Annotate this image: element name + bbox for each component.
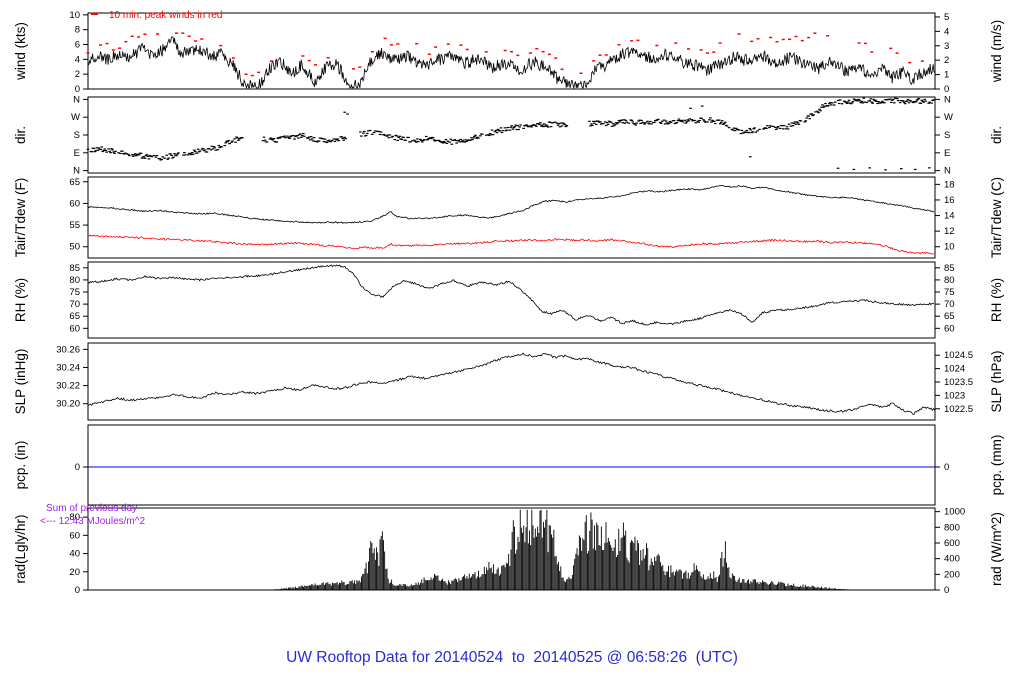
meteogram-chart: 0246810012345wind (kts) wind (m/s)NESWNNE… xyxy=(13,10,1004,596)
svg-text:1023.5: 1023.5 xyxy=(944,377,973,388)
svg-text:75: 75 xyxy=(69,287,80,298)
svg-text:S: S xyxy=(74,130,80,141)
panel-wind: 0 2 4 6 8 10 0 1 2 3 4 5 wind (kts) wind (m/s) xyxy=(13,10,1004,95)
svg-text:70: 70 xyxy=(69,299,80,310)
svg-text:Tair/Tdew (C): Tair/Tdew (C) xyxy=(989,177,1004,258)
svg-text:RH (%): RH (%) xyxy=(13,278,28,322)
svg-text:0: 0 xyxy=(944,585,949,596)
svg-text:20: 20 xyxy=(69,567,80,578)
svg-text:12: 12 xyxy=(944,226,955,237)
svg-text:60: 60 xyxy=(69,530,80,541)
svg-text:85: 85 xyxy=(944,263,955,274)
svg-text:75: 75 xyxy=(944,287,955,298)
series-air-temperature-f xyxy=(87,184,934,224)
svg-text:800: 800 xyxy=(944,522,960,533)
svg-text:65: 65 xyxy=(944,311,955,322)
svg-text:65: 65 xyxy=(69,177,80,188)
svg-text:1: 1 xyxy=(944,70,949,81)
svg-text:wind (m/s): wind (m/s) xyxy=(989,20,1004,83)
svg-text:5: 5 xyxy=(944,12,949,23)
svg-text:55: 55 xyxy=(69,220,80,231)
meteogram-page: 0 2 4 6 8 10 0 1 2 3 4 5 wind (kts) wind (m/s) N E S W N N E… xyxy=(0,0,1024,700)
svg-text:16: 16 xyxy=(944,195,955,206)
svg-text:10: 10 xyxy=(69,10,80,21)
red-dash-marker-icon xyxy=(91,13,98,16)
svg-text:4: 4 xyxy=(944,26,949,37)
svg-text:60: 60 xyxy=(944,323,955,334)
panel-tair: 50 55 60 65 10 12 14 16 18 Tair/Tdew (F) Tair/Tdew… xyxy=(13,176,1004,259)
svg-text:600: 600 xyxy=(944,538,960,549)
panel-rad: 02040608002004006008001000rad(Lgly/hr) ra… xyxy=(13,507,1004,596)
svg-text:70: 70 xyxy=(944,299,955,310)
svg-text:30.20: 30.20 xyxy=(56,399,80,410)
svg-text:400: 400 xyxy=(944,554,960,565)
svg-text:80: 80 xyxy=(69,275,80,286)
svg-text:SLP (hPa): SLP (hPa) xyxy=(989,350,1004,412)
svg-text:60: 60 xyxy=(69,323,80,334)
svg-text:RH (%): RH (%) xyxy=(989,278,1004,322)
svg-text:SLP (inHg): SLP (inHg) xyxy=(13,349,28,415)
svg-text:1023: 1023 xyxy=(944,390,965,401)
svg-text:0: 0 xyxy=(944,84,949,95)
svg-text:200: 200 xyxy=(944,569,960,580)
svg-text:pcp. (in): pcp. (in) xyxy=(13,441,28,490)
panel-dir: NESWNNESWNdir. dir. xyxy=(13,94,1004,176)
svg-text:W: W xyxy=(71,112,80,123)
svg-text:8: 8 xyxy=(75,25,80,36)
svg-text:Tair/Tdew (F): Tair/Tdew (F) xyxy=(13,178,28,258)
svg-text:rad(Lgly/hr): rad(Lgly/hr) xyxy=(13,514,28,583)
svg-text:65: 65 xyxy=(69,311,80,322)
svg-text:E: E xyxy=(944,148,950,159)
svg-text:1024.5: 1024.5 xyxy=(944,350,973,361)
svg-text:0: 0 xyxy=(75,462,80,473)
panel-slp: 30.20 30.22 30.24 30.26 1022.5 1023 1023.5 1024… xyxy=(13,342,1004,421)
svg-text:dir.: dir. xyxy=(989,126,1004,144)
svg-text:rad (W/m^2): rad (W/m^2) xyxy=(989,512,1004,586)
svg-text:N: N xyxy=(73,94,80,105)
svg-text:wind (kts): wind (kts) xyxy=(13,22,28,81)
svg-text:pcp. (mm): pcp. (mm) xyxy=(989,435,1004,496)
svg-text:18: 18 xyxy=(944,179,955,190)
svg-text:30.22: 30.22 xyxy=(56,381,80,392)
svg-text:30.24: 30.24 xyxy=(56,362,80,373)
svg-text:6: 6 xyxy=(75,40,80,51)
svg-text:40: 40 xyxy=(69,549,80,560)
wind-peak-note-text: 10 min. peak winds in red xyxy=(109,10,223,21)
svg-text:60: 60 xyxy=(69,198,80,209)
svg-text:N: N xyxy=(944,166,951,177)
svg-text:30.26: 30.26 xyxy=(56,344,80,355)
svg-text:1000: 1000 xyxy=(944,507,965,518)
svg-text:S: S xyxy=(944,130,950,141)
series-wind-avg-kts xyxy=(87,36,936,90)
svg-text:14: 14 xyxy=(944,211,955,222)
svg-text:1022.5: 1022.5 xyxy=(944,404,973,415)
svg-text:10: 10 xyxy=(944,242,955,253)
svg-text:E: E xyxy=(74,148,80,159)
series-relative-humidity-pct xyxy=(87,264,935,326)
svg-text:2: 2 xyxy=(75,69,80,80)
wind-peak-note: 10 min. peak winds in red xyxy=(91,10,222,21)
series-sea-level-pressure-inhg xyxy=(87,352,936,415)
rad-sum-note-line2: <--- 12.43 MJoules/m^2 xyxy=(40,516,146,527)
svg-text:0: 0 xyxy=(944,462,949,473)
panel-pcp: 0 0 pcp. (in) pcp. (mm) xyxy=(13,424,1004,506)
svg-text:4: 4 xyxy=(75,54,80,65)
svg-text:1024: 1024 xyxy=(944,364,965,375)
rad-sum-note-line1: Sum of previous day xyxy=(46,503,138,514)
svg-text:50: 50 xyxy=(69,242,80,253)
svg-text:N: N xyxy=(944,94,951,105)
page-title: UW Rooftop Data for 20140524 to 20140525… xyxy=(286,649,738,666)
svg-text:dir.: dir. xyxy=(13,126,28,144)
svg-text:0: 0 xyxy=(75,84,80,95)
svg-text:2: 2 xyxy=(944,55,949,66)
svg-text:3: 3 xyxy=(944,41,949,52)
svg-text:80: 80 xyxy=(944,275,955,286)
panel-rh: 606570758085606570758085RH (%) RH (%) xyxy=(13,261,1004,339)
svg-text:85: 85 xyxy=(69,263,80,274)
svg-text:N: N xyxy=(73,166,80,177)
svg-text:W: W xyxy=(944,112,953,123)
svg-text:0: 0 xyxy=(75,585,80,596)
series-dewpoint-f xyxy=(87,234,935,255)
